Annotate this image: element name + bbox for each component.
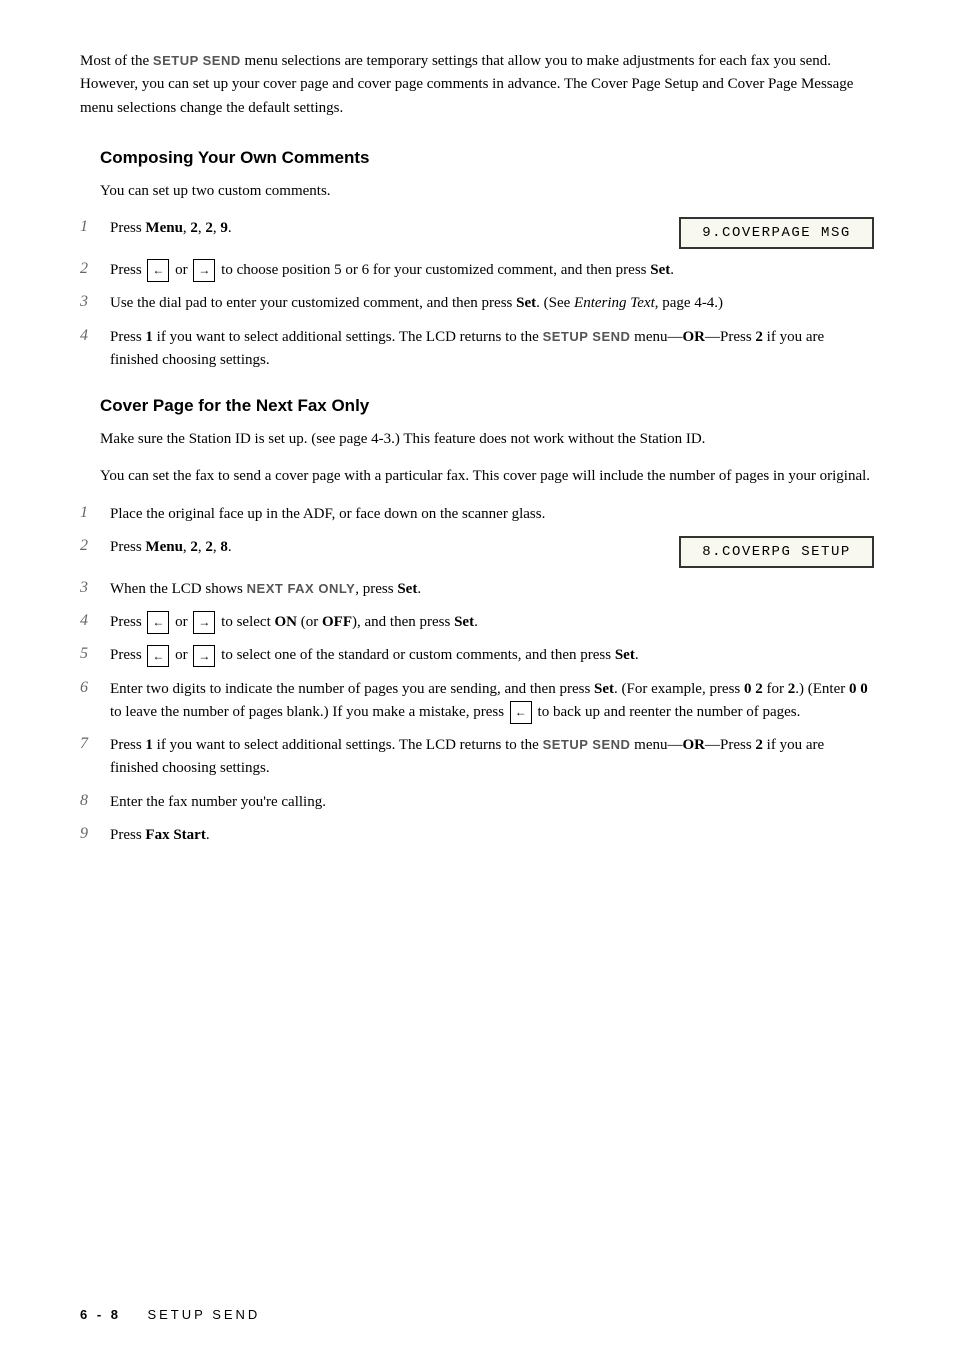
step-1-2-text: Press ← or → to choose position 5 or 6 f… (110, 259, 874, 282)
step-1-2: 2 Press ← or → to choose position 5 or 6… (80, 259, 874, 282)
left-arrow-icon: ← (510, 701, 532, 724)
step-number: 2 (80, 536, 110, 555)
step-2-3-text: When the LCD shows NEXT FAX ONLY, press … (110, 578, 874, 601)
section2-heading: Cover Page for the Next Fax Only (100, 396, 874, 416)
footer-label: SETUP SEND (147, 1307, 260, 1322)
intro-paragraph: Most of the SETUP SEND menu selections a… (80, 50, 874, 120)
step-number: 8 (80, 791, 110, 810)
footer-page-number: 6 - 8 (80, 1307, 121, 1322)
page-footer: 6 - 8 SETUP SEND (80, 1307, 260, 1322)
step-2-8: 8 Enter the fax number you're calling. (80, 791, 874, 814)
step-number: 6 (80, 678, 110, 697)
step-number: 2 (80, 259, 110, 278)
step-2-7-text: Press 1 if you want to select additional… (110, 734, 874, 781)
left-arrow-icon: ← (147, 645, 169, 668)
left-arrow-icon: ← (147, 259, 169, 282)
step-2-6-text: Enter two digits to indicate the number … (110, 678, 874, 725)
lcd-display-1: 9.COVERPAGE MSG (679, 217, 874, 249)
step-1-4: 4 Press 1 if you want to select addition… (80, 326, 874, 373)
section-composing: Composing Your Own Comments You can set … (80, 148, 874, 372)
step-number: 3 (80, 292, 110, 311)
step-1-1-content: Press Menu, 2, 2, 9. 9.COVERPAGE MSG (110, 217, 874, 249)
step-number: 9 (80, 824, 110, 843)
right-arrow-icon: → (193, 259, 215, 282)
step-2-6: 6 Enter two digits to indicate the numbe… (80, 678, 874, 725)
step-number: 4 (80, 326, 110, 345)
step-1-1-text: Press Menu, 2, 2, 9. (110, 217, 659, 240)
step-2-5: 5 Press ← or → to select one of the stan… (80, 644, 874, 667)
step-number: 3 (80, 578, 110, 597)
left-arrow-icon: ← (147, 611, 169, 634)
step-2-9-text: Press Fax Start. (110, 824, 874, 847)
step-number: 7 (80, 734, 110, 753)
step-2-2-text: Press Menu, 2, 2, 8. (110, 536, 659, 559)
step-2-9: 9 Press Fax Start. (80, 824, 874, 847)
step-1-3-text: Use the dial pad to enter your customize… (110, 292, 874, 315)
lcd-display-2: 8.COVERPG SETUP (679, 536, 874, 568)
setup-send-label: SETUP SEND (153, 53, 241, 68)
right-arrow-icon: → (193, 611, 215, 634)
step-1-4-text: Press 1 if you want to select additional… (110, 326, 874, 373)
step-1-1: 1 Press Menu, 2, 2, 9. 9.COVERPAGE MSG (80, 217, 874, 249)
step-2-1: 1 Place the original face up in the ADF,… (80, 503, 874, 526)
right-arrow-icon: → (193, 645, 215, 668)
step-number: 5 (80, 644, 110, 663)
step-number: 1 (80, 217, 110, 236)
step-2-3: 3 When the LCD shows NEXT FAX ONLY, pres… (80, 578, 874, 601)
step-number: 4 (80, 611, 110, 630)
step-2-4: 4 Press ← or → to select ON (or OFF), an… (80, 611, 874, 634)
section2-intro1: Make sure the Station ID is set up. (see… (100, 428, 874, 451)
step-2-1-text: Place the original face up in the ADF, o… (110, 503, 874, 526)
step-number: 1 (80, 503, 110, 522)
section1-heading: Composing Your Own Comments (100, 148, 874, 168)
step-1-3: 3 Use the dial pad to enter your customi… (80, 292, 874, 315)
page-content: Most of the SETUP SEND menu selections a… (0, 0, 954, 931)
step-2-5-text: Press ← or → to select one of the standa… (110, 644, 874, 667)
section1-intro: You can set up two custom comments. (100, 180, 874, 203)
step-2-2: 2 Press Menu, 2, 2, 8. 8.COVERPG SETUP (80, 536, 874, 568)
step-2-4-text: Press ← or → to select ON (or OFF), and … (110, 611, 874, 634)
step-2-7: 7 Press 1 if you want to select addition… (80, 734, 874, 781)
section2-intro2: You can set the fax to send a cover page… (100, 465, 874, 488)
step-2-8-text: Enter the fax number you're calling. (110, 791, 874, 814)
section-coverpage: Cover Page for the Next Fax Only Make su… (80, 396, 874, 847)
step-2-2-content: Press Menu, 2, 2, 8. 8.COVERPG SETUP (110, 536, 874, 568)
